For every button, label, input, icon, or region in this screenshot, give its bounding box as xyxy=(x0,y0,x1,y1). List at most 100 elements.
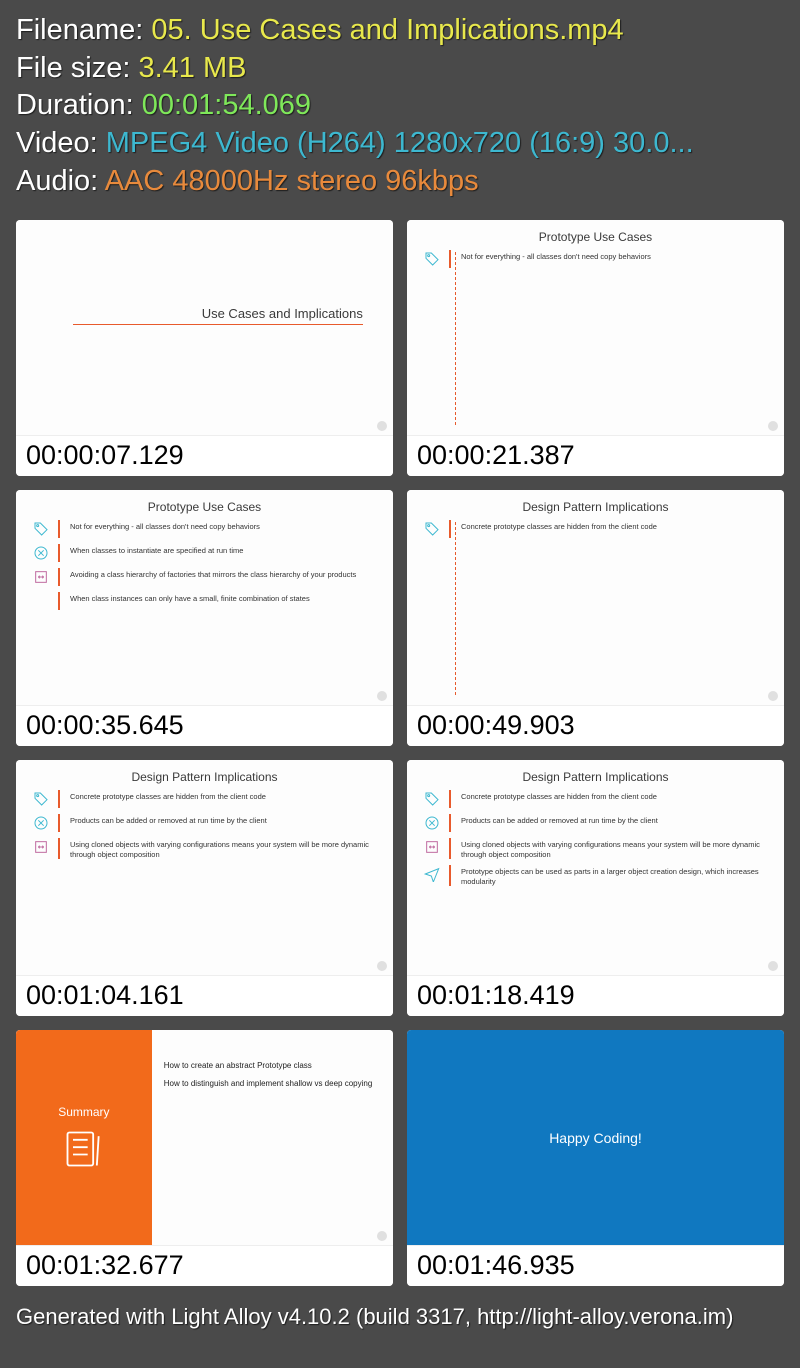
video-value: MPEG4 Video (H264) 1280x720 (16:9) 30.0.… xyxy=(106,127,694,159)
bullet-row: Concrete prototype classes are hidden fr… xyxy=(421,520,770,538)
filesize-value: 3.41 MB xyxy=(138,52,246,84)
summary-points: How to create an abstract Prototype clas… xyxy=(152,1030,393,1245)
frame-preview: Design Pattern Implications Concrete pro… xyxy=(407,760,784,975)
thumbnail[interactable]: Use Cases and Implications 00:00:07.129 xyxy=(16,220,393,476)
frame-preview: Prototype Use Cases Not for everything -… xyxy=(407,220,784,435)
summary-title: Summary xyxy=(58,1105,109,1119)
tag-icon xyxy=(30,790,52,807)
thumbnail[interactable]: Prototype Use Cases Not for everything -… xyxy=(407,220,784,476)
bullet-text: Not for everything - all classes don't n… xyxy=(70,520,379,531)
slide-title: Design Pattern Implications xyxy=(407,490,784,520)
video-label: Video: xyxy=(16,127,106,159)
bullet-row: Not for everything - all classes don't n… xyxy=(421,250,770,268)
thumbnail[interactable]: Summary How to create an abstract Protot… xyxy=(16,1030,393,1286)
bullet-row: Products can be added or removed at run … xyxy=(421,814,770,832)
bullet-text: Not for everything - all classes don't n… xyxy=(461,250,770,261)
arrows-icon xyxy=(421,838,443,855)
bullet-text: Products can be added or removed at run … xyxy=(70,814,379,825)
timecode: 00:00:21.387 xyxy=(407,435,784,476)
dashed-line-icon xyxy=(455,522,456,695)
divider-icon xyxy=(449,520,453,538)
bullet-text: Products can be added or removed at run … xyxy=(461,814,770,825)
logo-badge-icon xyxy=(377,961,387,971)
bullet-row: Concrete prototype classes are hidden fr… xyxy=(30,790,379,808)
timecode: 00:00:49.903 xyxy=(407,705,784,746)
filename-row: Filename: 05. Use Cases and Implications… xyxy=(16,12,784,50)
divider-icon xyxy=(58,790,62,808)
bullet-text: Using cloned objects with varying config… xyxy=(461,838,770,859)
divider-icon xyxy=(58,838,62,859)
divider-icon xyxy=(58,544,62,562)
slide-title: Design Pattern Implications xyxy=(16,760,393,790)
bullet-list: Not for everything - all classes don't n… xyxy=(16,520,393,610)
frame-preview: Design Pattern Implications Concrete pro… xyxy=(16,760,393,975)
bullet-text: Concrete prototype classes are hidden fr… xyxy=(70,790,379,801)
timecode: 00:01:32.677 xyxy=(16,1245,393,1286)
file-metadata-header: Filename: 05. Use Cases and Implications… xyxy=(0,0,800,208)
tag-icon xyxy=(30,520,52,537)
dashed-line-icon xyxy=(455,252,456,425)
divider-icon xyxy=(58,814,62,832)
bullet-text: Concrete prototype classes are hidden fr… xyxy=(461,790,770,801)
bullet-row: Not for everything - all classes don't n… xyxy=(30,520,379,538)
bullet-row: Using cloned objects with varying config… xyxy=(30,838,379,859)
bullet-list: Not for everything - all classes don't n… xyxy=(407,250,784,268)
x-circle-icon xyxy=(421,814,443,831)
slide-title: Prototype Use Cases xyxy=(407,220,784,250)
closing-text: Happy Coding! xyxy=(549,1130,642,1146)
slide-title: Use Cases and Implications xyxy=(73,306,363,325)
logo-badge-icon xyxy=(768,691,778,701)
video-row: Video: MPEG4 Video (H264) 1280x720 (16:9… xyxy=(16,125,784,163)
bullet-row: Prototype objects can be used as parts i… xyxy=(421,865,770,886)
tag-icon xyxy=(421,520,443,537)
timecode: 00:00:35.645 xyxy=(16,705,393,746)
bullet-text: When class instances can only have a sma… xyxy=(70,592,379,603)
divider-icon xyxy=(449,838,453,859)
audio-row: Audio: AAC 48000Hz stereo 96kbps xyxy=(16,163,784,201)
filename-value: 05. Use Cases and Implications.mp4 xyxy=(151,14,623,46)
summary-point: How to create an abstract Prototype clas… xyxy=(164,1060,381,1072)
thumbnail[interactable]: Prototype Use Cases Not for everything -… xyxy=(16,490,393,746)
bullet-list: Concrete prototype classes are hidden fr… xyxy=(407,520,784,538)
bullet-list: Concrete prototype classes are hidden fr… xyxy=(16,790,393,859)
timecode: 00:01:46.935 xyxy=(407,1245,784,1286)
plane-icon xyxy=(421,865,443,882)
x-circle-icon xyxy=(30,544,52,561)
summary-point: How to distinguish and implement shallow… xyxy=(164,1078,381,1090)
divider-icon xyxy=(449,250,453,268)
thumbnail[interactable]: Design Pattern Implications Concrete pro… xyxy=(407,490,784,746)
thumbnail[interactable]: Happy Coding! 00:01:46.935 xyxy=(407,1030,784,1286)
arrows-icon xyxy=(30,568,52,585)
frame-preview: Use Cases and Implications xyxy=(16,220,393,435)
logo-badge-icon xyxy=(377,421,387,431)
frame-preview: Summary How to create an abstract Protot… xyxy=(16,1030,393,1245)
thumbnail-grid: Use Cases and Implications 00:00:07.129 … xyxy=(0,208,800,1298)
thumbnail[interactable]: Design Pattern Implications Concrete pro… xyxy=(16,760,393,1016)
tag-icon xyxy=(421,790,443,807)
duration-value: 00:01:54.069 xyxy=(142,89,311,121)
logo-badge-icon xyxy=(768,421,778,431)
closing-slide: Happy Coding! xyxy=(407,1030,784,1245)
divider-icon xyxy=(449,865,453,886)
divider-icon xyxy=(449,790,453,808)
duration-label: Duration: xyxy=(16,89,142,121)
timecode: 00:01:18.419 xyxy=(407,975,784,1016)
audio-label: Audio: xyxy=(16,165,105,197)
bullet-row: Products can be added or removed at run … xyxy=(30,814,379,832)
thumbnail[interactable]: Design Pattern Implications Concrete pro… xyxy=(407,760,784,1016)
frame-preview: Design Pattern Implications Concrete pro… xyxy=(407,490,784,705)
bullet-text: Concrete prototype classes are hidden fr… xyxy=(461,520,770,531)
divider-icon xyxy=(449,814,453,832)
duration-row: Duration: 00:01:54.069 xyxy=(16,87,784,125)
filesize-label: File size: xyxy=(16,52,138,84)
x-circle-icon xyxy=(30,814,52,831)
placeholder-icon xyxy=(30,592,52,593)
summary-panel: Summary xyxy=(16,1030,152,1245)
bullet-row: When classes to instantiate are specifie… xyxy=(30,544,379,562)
bullet-list: Concrete prototype classes are hidden fr… xyxy=(407,790,784,886)
divider-icon xyxy=(58,592,62,610)
logo-badge-icon xyxy=(768,961,778,971)
divider-icon xyxy=(58,520,62,538)
bullet-text: Prototype objects can be used as parts i… xyxy=(461,865,770,886)
bullet-text: When classes to instantiate are specifie… xyxy=(70,544,379,555)
